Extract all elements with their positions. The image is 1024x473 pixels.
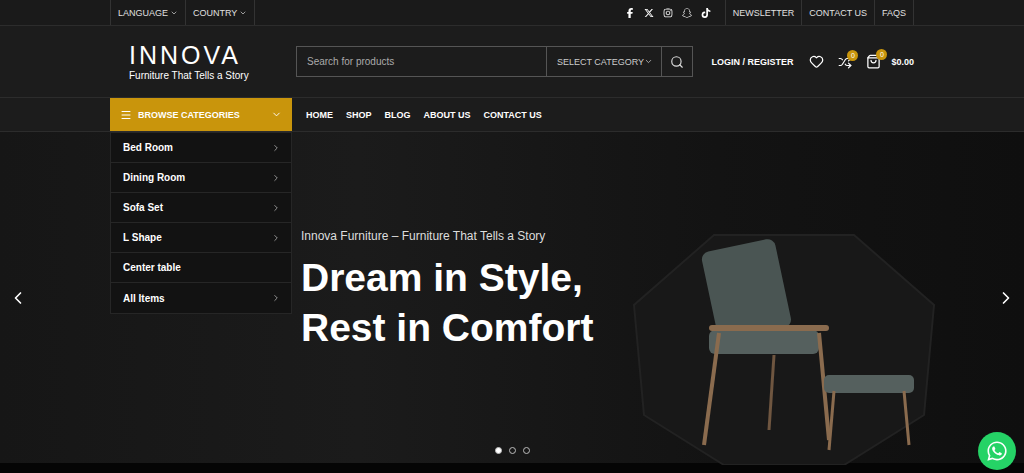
top-link[interactable]: NEWSLETTER	[725, 0, 802, 25]
chair-image	[624, 215, 944, 465]
nav-link[interactable]: ABOUT US	[424, 110, 471, 120]
compare-badge: 0	[847, 50, 858, 61]
search-icon	[670, 55, 684, 69]
menu-icon	[120, 109, 132, 121]
category-item[interactable]: All Items	[111, 283, 291, 313]
chevron-right-icon	[271, 203, 281, 213]
slider-dot[interactable]	[495, 447, 502, 454]
category-item[interactable]: Dining Room	[111, 163, 291, 193]
search-button[interactable]	[662, 47, 692, 76]
hero-slider: Bed RoomDining RoomSofa SetL ShapeCenter…	[0, 132, 1024, 463]
login-link[interactable]: LOGIN / REGISTER	[711, 57, 793, 67]
prev-slide-button[interactable]	[8, 288, 28, 308]
search-input[interactable]	[297, 47, 546, 76]
account-area: LOGIN / REGISTER 00 $0.00	[693, 54, 914, 69]
wishlist-button[interactable]	[809, 54, 824, 69]
tiktok-icon[interactable]	[701, 8, 711, 18]
cart-total[interactable]: $0.00	[891, 57, 914, 67]
category-select[interactable]: SELECT CATEGORY	[546, 47, 662, 76]
logo-tagline: Furniture That Tells a Story	[129, 70, 249, 81]
top-selector[interactable]: LANGUAGE	[110, 0, 185, 25]
chevron-right-icon	[271, 233, 281, 243]
chevron-right-icon	[271, 173, 281, 183]
search-box: SELECT CATEGORY	[296, 46, 693, 77]
chevron-down-icon	[644, 57, 653, 66]
hero-title-line: Dream in Style,	[301, 253, 594, 303]
nav-link[interactable]: HOME	[306, 110, 333, 120]
next-slide-button[interactable]	[996, 288, 1016, 308]
chevron-left-icon	[8, 288, 28, 308]
page: LANGUAGECOUNTRYNEWSLETTERCONTACT USFAQSI…	[0, 0, 1024, 473]
compare-button[interactable]: 0	[838, 55, 852, 69]
chevron-right-icon	[996, 288, 1016, 308]
chevron-down-icon	[271, 109, 282, 120]
social-links	[625, 8, 711, 18]
chevron-down-icon	[170, 9, 178, 17]
hero-subtitle: Innova Furniture – Furniture That Tells …	[301, 229, 594, 243]
nav-links: HOME SHOP BLOG ABOUT US CONTACT US	[306, 110, 542, 120]
chevron-right-icon	[271, 143, 281, 153]
snapchat-icon[interactable]	[682, 8, 692, 18]
slider-dot[interactable]	[509, 447, 516, 454]
selector-group: LANGUAGECOUNTRY	[110, 0, 255, 25]
whatsapp-icon	[986, 440, 1008, 462]
top-bar: LANGUAGECOUNTRY NEWSLETTERCONTACT USFAQS	[0, 0, 1024, 26]
logo-name: INNOVA	[129, 43, 241, 68]
facebook-icon[interactable]	[625, 8, 635, 18]
cart-badge: 0	[876, 49, 887, 60]
nav-link[interactable]: SHOP	[346, 110, 372, 120]
category-item[interactable]: Sofa Set	[111, 193, 291, 223]
chevron-down-icon	[239, 9, 247, 17]
bottom-strip	[0, 463, 1024, 473]
hero-title-line: Rest in Comfort	[301, 303, 594, 353]
category-item[interactable]: Bed Room	[111, 133, 291, 163]
hero-content: Innova Furniture – Furniture That Tells …	[292, 132, 914, 465]
browse-categories-button[interactable]: BROWSE CATEGORIES	[110, 98, 292, 131]
top-link[interactable]: FAQS	[874, 0, 914, 25]
header: INNOVA Furniture That Tells a Story SELECT…	[0, 26, 1024, 98]
nav-bar: BROWSE CATEGORIES HOME SHOP BLOG ABOUT US CON…	[0, 98, 1024, 132]
category-item[interactable]: L Shape	[111, 223, 291, 253]
whatsapp-button[interactable]	[978, 432, 1016, 470]
chevron-right-icon	[271, 293, 281, 303]
instagram-icon[interactable]	[663, 8, 673, 18]
cart-button[interactable]: 0	[866, 54, 881, 69]
nav-link[interactable]: CONTACT US	[484, 110, 542, 120]
heart-icon	[809, 54, 824, 69]
category-menu: Bed RoomDining RoomSofa SetL ShapeCenter…	[110, 132, 292, 314]
category-item[interactable]: Center table	[111, 253, 291, 283]
logo[interactable]: INNOVA Furniture That Tells a Story	[110, 43, 296, 81]
slider-dots	[0, 447, 1024, 454]
top-link[interactable]: CONTACT US	[801, 0, 874, 25]
top-selector[interactable]: COUNTRY	[185, 0, 255, 25]
nav-link[interactable]: BLOG	[385, 110, 411, 120]
top-links: NEWSLETTERCONTACT USFAQS	[725, 0, 914, 25]
x-icon[interactable]	[644, 8, 654, 18]
slider-dot[interactable]	[523, 447, 530, 454]
hero-text: Innova Furniture – Furniture That Tells …	[301, 229, 594, 353]
